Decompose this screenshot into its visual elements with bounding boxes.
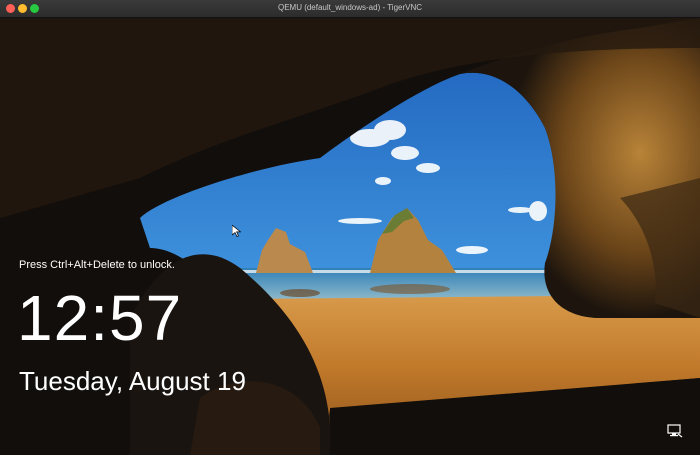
mouse-pointer-icon — [232, 225, 241, 237]
unlock-hint: Press Ctrl+Alt+Delete to unlock. — [19, 259, 175, 271]
lock-screen[interactable]: Press Ctrl+Alt+Delete to unlock. 12:57 T… — [0, 18, 700, 455]
lock-screen-time: 12:57 — [17, 282, 183, 354]
network-icon[interactable] — [667, 424, 683, 438]
window-title: QEMU (default_windows-ad) - TigerVNC — [277, 3, 423, 12]
lock-screen-date: Tuesday, August 19 — [19, 366, 246, 396]
vnc-window: QEMU (default_windows-ad) - TigerVNC Pre… — [0, 0, 700, 455]
title-bar[interactable]: QEMU (default_windows-ad) - TigerVNC — [0, 0, 700, 18]
